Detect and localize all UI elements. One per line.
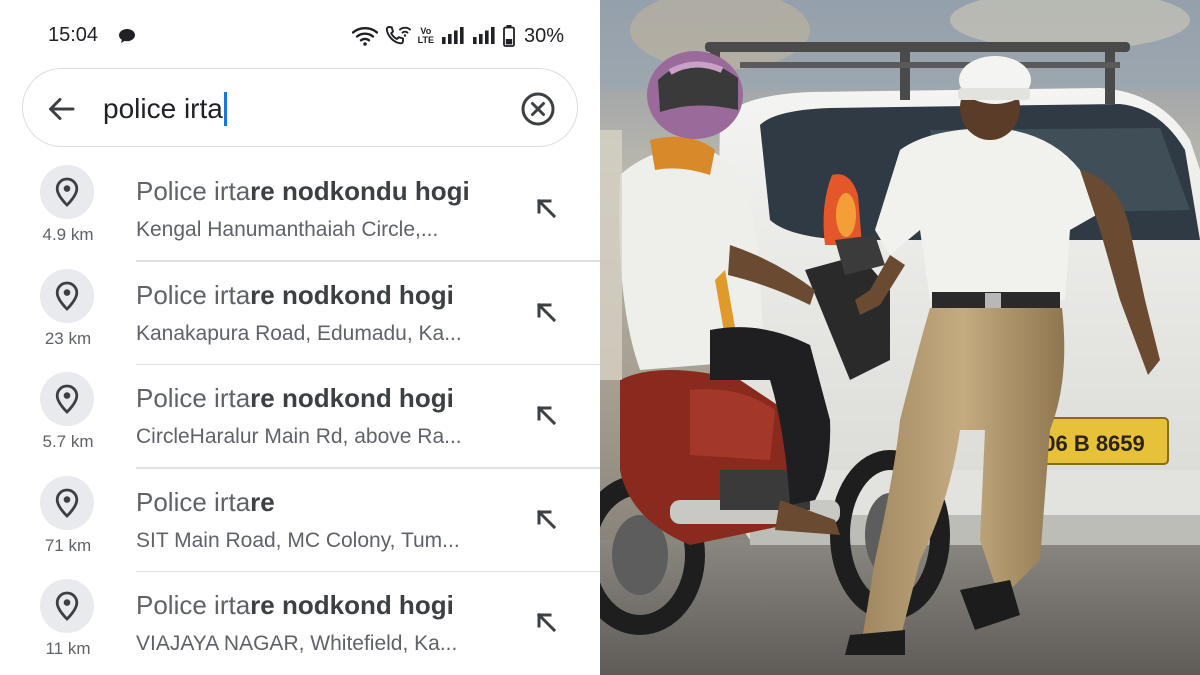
status-icons: Vo LTE 30% <box>351 24 564 48</box>
battery-percent: 30% <box>523 24 564 47</box>
clear-circle-icon <box>521 92 555 126</box>
clear-search-button[interactable] <box>519 90 557 128</box>
location-pin-icon <box>55 281 79 311</box>
suggestion-title: Police irtare nodkond hogi <box>136 383 454 414</box>
title-rest: re nodkond hogi <box>250 383 454 413</box>
title-rest: re nodkond hogi <box>250 279 454 310</box>
suggestion-list: 4.9 km Police irtare nodkondu hogi Kenga… <box>0 158 600 675</box>
traffic-police-photo: 06 B 8659 <box>600 0 1200 675</box>
title-rest: re nodkond hogi <box>250 590 454 620</box>
suggestion-title: Police irtare nodkondu hogi <box>136 176 470 207</box>
arrow-north-west-icon <box>536 198 557 219</box>
place-pin-badge <box>40 579 94 633</box>
arrow-back-icon <box>49 98 75 120</box>
arrow-north-west-icon <box>536 509 557 529</box>
arrow-north-west-icon <box>536 302 557 322</box>
signal-icon <box>472 27 495 44</box>
wifi-icon <box>351 27 378 46</box>
suggestion-title: Police irtare <box>136 487 275 518</box>
battery-icon <box>503 25 515 47</box>
title-match: Police irta <box>136 486 251 517</box>
title-match: Police irta <box>136 383 251 413</box>
number-plate-text: 06 B 8659 <box>1043 431 1145 456</box>
location-pin-icon <box>55 384 79 414</box>
fill-query-button[interactable] <box>532 194 560 222</box>
fill-query-button[interactable] <box>532 401 560 429</box>
back-button[interactable] <box>43 91 79 127</box>
arrow-north-west-icon <box>536 405 557 426</box>
distance-label: 71 km <box>44 535 92 555</box>
title-match: Police irta <box>136 590 251 620</box>
fill-query-button[interactable] <box>532 608 560 636</box>
suggestion-item[interactable]: 11 km Police irtare nodkond hogi VIAJAYA… <box>0 572 600 675</box>
arrow-north-west-icon <box>536 612 557 633</box>
status-time: 15:04 <box>48 24 99 46</box>
distance-label: 5.7 km <box>42 432 94 451</box>
suggestion-item[interactable]: 23 km Police irtare nodkond hogi Kanakap… <box>0 262 600 365</box>
text-cursor <box>223 92 227 126</box>
suggestion-title: Police irtare nodkond hogi <box>136 280 454 311</box>
suggestion-item[interactable]: 4.9 km Police irtare nodkondu hogi Kenga… <box>0 158 600 262</box>
signal-icon <box>441 27 464 44</box>
distance-label: 23 km <box>44 328 92 348</box>
chat-bubble-icon <box>119 29 135 43</box>
suggestion-title: Police irtare nodkond hogi <box>136 590 454 621</box>
search-query: police irta <box>103 93 223 124</box>
wifi-calling-icon <box>385 26 411 45</box>
volte-icon: Vo LTE <box>418 27 434 45</box>
suggestion-address: Kanakapura Road, Edumadu, Ka... <box>136 321 462 345</box>
place-pin-badge <box>40 475 94 530</box>
suggestion-item[interactable]: 71 km Police irtare SIT Main Road, MC Co… <box>0 469 600 572</box>
suggestion-item[interactable]: 5.7 km Police irtare nodkond hogi Circle… <box>0 365 600 469</box>
photo-illustration: 06 B 8659 <box>600 0 1200 675</box>
location-pin-icon <box>55 177 79 207</box>
place-pin-badge <box>40 372 94 426</box>
search-input[interactable]: police irta <box>103 91 227 127</box>
title-match: Police irta <box>136 279 251 310</box>
suggestion-address: VIAJAYA NAGAR, Whitefield, Ka... <box>136 632 458 655</box>
title-rest: re <box>250 486 275 517</box>
search-box[interactable]: police irta <box>22 68 578 147</box>
distance-label: 11 km <box>45 639 91 658</box>
location-pin-icon <box>55 591 79 621</box>
title-rest: re nodkondu hogi <box>250 176 470 206</box>
title-match: Police irta <box>136 176 251 206</box>
maps-search-screen: 15:04 Vo LTE 30% police irta 4.9 km Poli… <box>0 0 600 675</box>
distance-label: 4.9 km <box>42 225 94 244</box>
volte-bottom: LTE <box>417 35 434 45</box>
place-pin-badge <box>40 165 94 219</box>
suggestion-address: CircleHaralur Main Rd, above Ra... <box>136 425 462 448</box>
fill-query-button[interactable] <box>532 505 560 533</box>
place-pin-badge <box>40 268 94 323</box>
suggestion-address: Kengal Hanumanthaiah Circle,... <box>136 218 439 241</box>
status-bar: 15:04 Vo LTE 30% <box>0 0 600 72</box>
suggestion-address: SIT Main Road, MC Colony, Tum... <box>136 528 460 552</box>
fill-query-button[interactable] <box>532 298 560 326</box>
location-pin-icon <box>55 488 79 518</box>
